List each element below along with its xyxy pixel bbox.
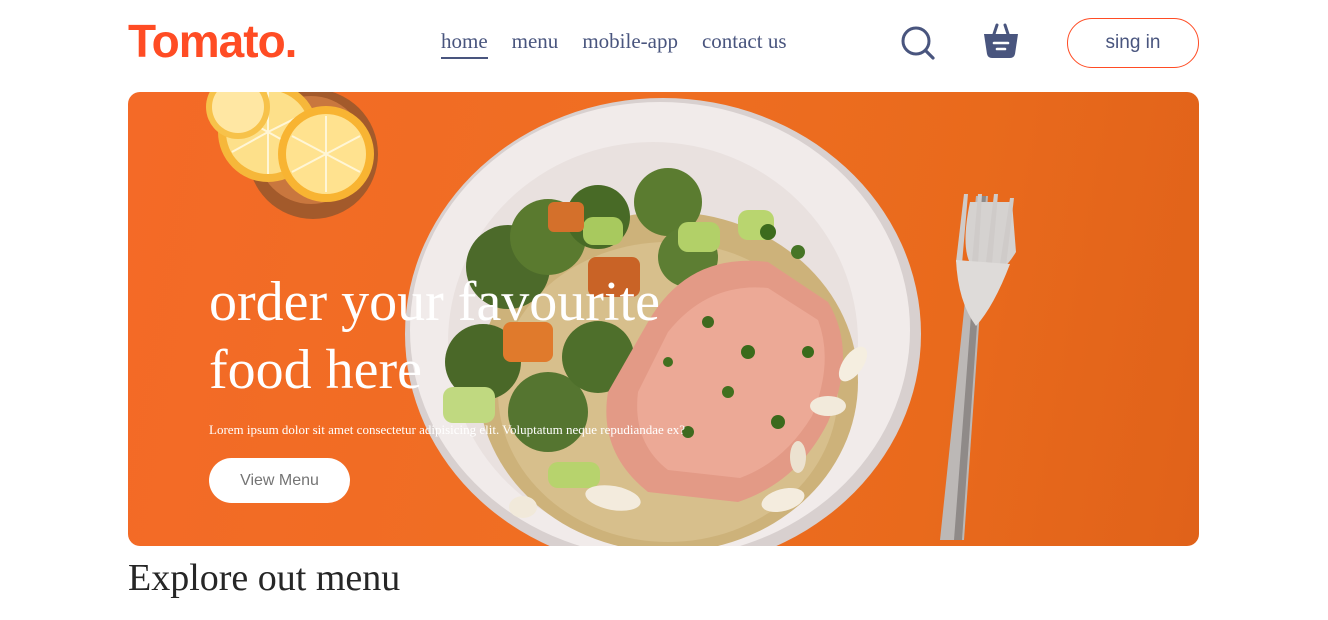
explore-menu-heading: Explore out menu xyxy=(128,557,401,599)
fork-image xyxy=(940,194,1016,540)
view-menu-button[interactable]: View Menu xyxy=(209,458,350,503)
nav-menu: home menu mobile-app contact us xyxy=(441,28,787,59)
logo[interactable]: Tomato. xyxy=(128,14,297,68)
page: Tomato. home menu mobile-app contact us … xyxy=(0,0,1328,620)
hero-banner: order your favourite food here Lorem ips… xyxy=(128,92,1199,546)
hero-content: order your favourite food here Lorem ips… xyxy=(209,268,769,503)
hero-title: order your favourite food here xyxy=(209,268,769,404)
basket-icon[interactable] xyxy=(982,22,1020,60)
nav-item-contact-us[interactable]: contact us xyxy=(702,28,787,59)
hero-description: Lorem ipsum dolor sit amet consectetur a… xyxy=(209,422,686,437)
nav-item-mobile-app[interactable]: mobile-app xyxy=(582,28,678,59)
sign-in-button[interactable]: sing in xyxy=(1067,18,1199,68)
hero-title-line-2: food here xyxy=(209,339,423,401)
nav-item-home[interactable]: home xyxy=(441,28,488,59)
lemon-bowl-image xyxy=(206,92,378,219)
nav-item-menu[interactable]: menu xyxy=(512,28,559,59)
hero-title-line-1: order your favourite xyxy=(209,271,660,333)
search-icon[interactable] xyxy=(900,25,936,61)
